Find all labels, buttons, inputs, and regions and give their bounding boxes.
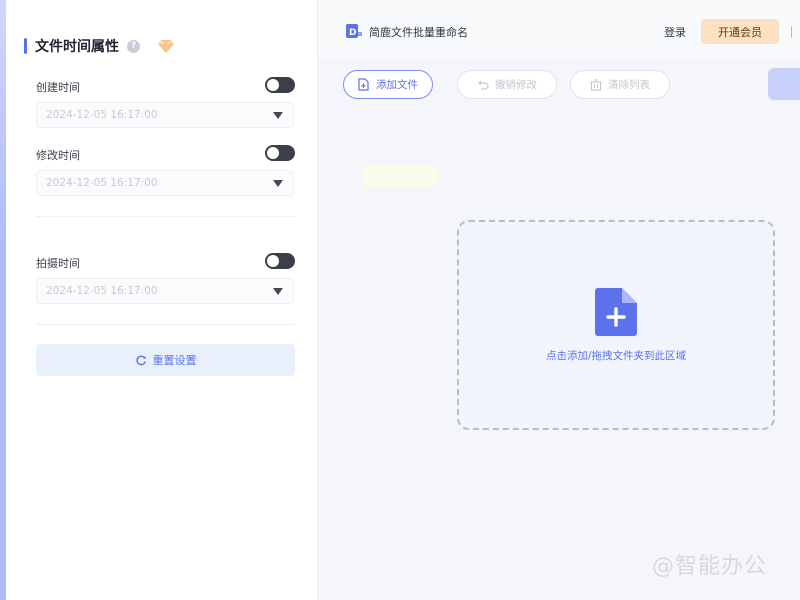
shot-time-label: 拍摄时间 xyxy=(36,257,80,270)
file-drop-zone[interactable]: 点击添加/拖拽文件夹到此区域 xyxy=(457,220,775,430)
caret-down-icon xyxy=(273,288,283,295)
section-divider xyxy=(36,216,294,217)
watermark: @智能办公 xyxy=(652,554,768,579)
created-time-label: 创建时间 xyxy=(36,81,80,94)
add-files-label: 添加文件 xyxy=(376,79,418,91)
modified-time-toggle[interactable] xyxy=(265,145,295,161)
modified-time-value: 2024-12-05 16:17:00 xyxy=(46,177,158,189)
undo-changes-button[interactable]: 撤销修改 xyxy=(457,70,557,99)
toggle-knob xyxy=(267,255,279,267)
app-name: 简鹿文件批量重命名 xyxy=(369,26,468,39)
shot-time-value: 2024-12-05 16:17:00 xyxy=(46,285,158,297)
app-logo-icon: D xyxy=(346,24,362,38)
toggle-knob xyxy=(267,147,279,159)
file-time-panel: 文件时间属性 ? 创建时间 2024-12-05 16:17:00 修改时间 2… xyxy=(0,0,318,600)
created-time-value: 2024-12-05 16:17:00 xyxy=(46,109,158,121)
faint-highlight xyxy=(363,165,437,187)
clear-list-icon xyxy=(590,78,602,91)
undo-icon xyxy=(478,80,489,90)
start-button-partial[interactable] xyxy=(768,68,800,100)
reset-settings-label: 重置设置 xyxy=(152,354,197,367)
shot-time-select[interactable]: 2024-12-05 16:17:00 xyxy=(36,278,294,304)
help-icon[interactable]: ? xyxy=(127,39,140,53)
login-link[interactable]: 登录 xyxy=(664,24,686,40)
top-bar: D 简鹿文件批量重命名 登录 开通会员 xyxy=(319,0,800,58)
file-add-icon xyxy=(595,288,637,336)
app-window: 文件时间属性 ? 创建时间 2024-12-05 16:17:00 修改时间 2… xyxy=(0,0,800,600)
refresh-icon xyxy=(135,355,146,366)
panel-accent-strip xyxy=(0,0,6,600)
window-control-edge xyxy=(791,26,800,38)
created-time-select[interactable]: 2024-12-05 16:17:00 xyxy=(36,102,294,128)
drop-zone-hint: 点击添加/拖拽文件夹到此区域 xyxy=(545,350,687,362)
panel-title-text: 文件时间属性 xyxy=(35,39,119,55)
modified-time-select[interactable]: 2024-12-05 16:17:00 xyxy=(36,170,294,196)
title-marker xyxy=(24,38,27,54)
caret-down-icon xyxy=(273,180,283,187)
caret-down-icon xyxy=(273,112,283,119)
modified-time-label: 修改时间 xyxy=(36,149,80,162)
clear-list-label: 清除列表 xyxy=(608,79,650,91)
created-time-toggle[interactable] xyxy=(265,77,295,93)
panel-title: 文件时间属性 ? xyxy=(24,36,174,56)
add-files-button[interactable]: 添加文件 xyxy=(343,70,433,99)
file-plus-icon xyxy=(358,78,369,91)
open-vip-button[interactable]: 开通会员 xyxy=(701,19,779,44)
reset-settings-button[interactable]: 重置设置 xyxy=(36,344,295,376)
clear-list-button[interactable]: 清除列表 xyxy=(570,70,670,99)
vip-gem-icon xyxy=(158,40,174,53)
toggle-knob xyxy=(267,79,279,91)
svg-text:D: D xyxy=(349,28,356,38)
undo-changes-label: 撤销修改 xyxy=(495,79,537,91)
shot-time-toggle[interactable] xyxy=(265,253,295,269)
section-divider xyxy=(36,324,294,325)
